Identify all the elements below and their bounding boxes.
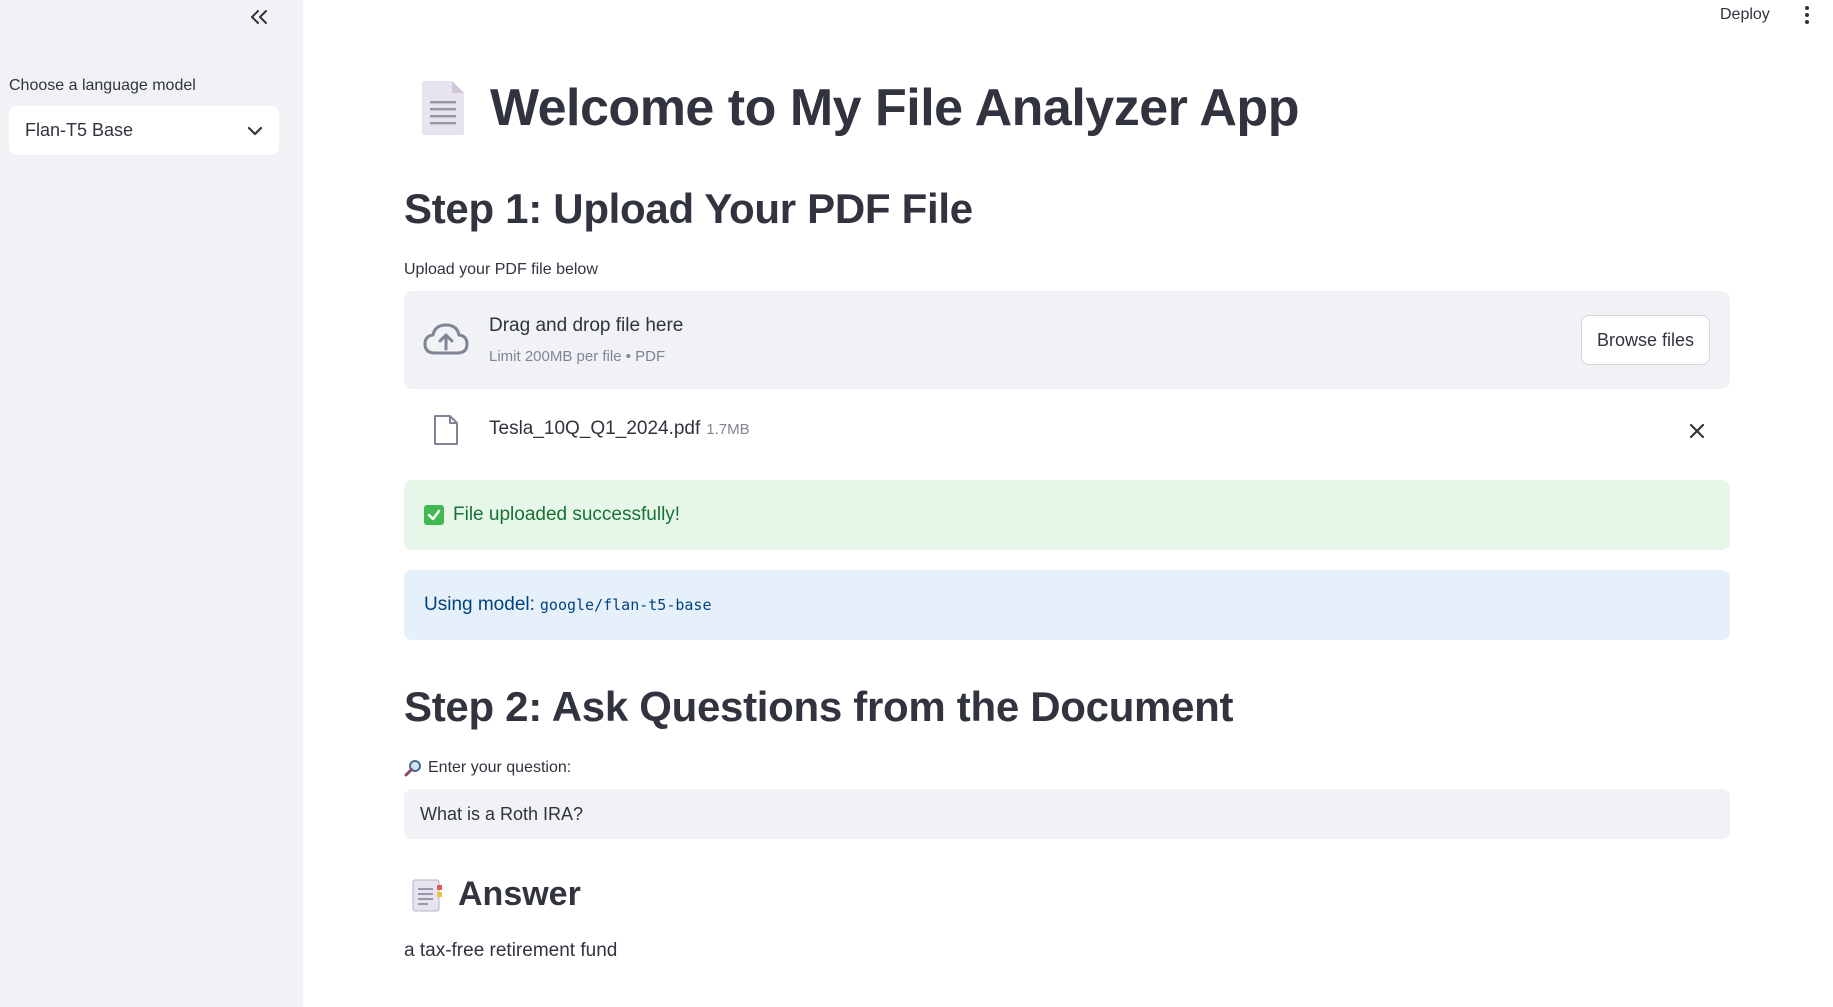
cloud-upload-icon [423,323,469,355]
info-alert: Using model: google/flan-t5-base [404,570,1730,640]
file-size: 1.7MB [706,421,750,438]
magnifying-glass-icon [404,760,421,777]
success-message: File uploaded successfully! [453,504,681,525]
question-label: Enter your question: [404,759,571,777]
model-select-value: Flan-T5 Base [25,120,134,140]
answer-header: Answer [410,875,581,914]
file-icon [434,415,458,445]
file-dropzone[interactable]: Drag and drop file here Limit 200MB per … [404,291,1730,389]
file-name-text: Tesla_10Q_Q1_2024.pdf [489,418,701,439]
page-title: Welcome to My File Analyzer App [490,79,1299,137]
question-label-text: Enter your question: [428,759,572,776]
dropzone-title: Drag and drop file here [489,315,684,336]
main-menu-button[interactable] [1796,2,1818,28]
model-code: google/flan-t5-base [539,596,712,614]
deploy-button[interactable]: Deploy [1716,4,1774,26]
success-alert: File uploaded successfully! [404,480,1730,550]
model-select-label: Choose a language model [9,77,196,94]
info-prefix: Using model: [424,594,535,615]
remove-file-button[interactable] [1682,416,1712,446]
sidebar: Choose a language model Flan-T5 Base [0,0,303,1007]
vertical-dots-icon [1805,6,1809,10]
answer-heading: Answer [458,875,581,913]
browse-files-button[interactable]: Browse files [1580,315,1710,365]
upload-label: Upload your PDF file below [404,261,598,278]
close-icon [1689,423,1705,439]
dropzone-limit: Limit 200MB per file • PDF [489,348,666,365]
collapse-sidebar-button[interactable] [241,2,277,32]
question-input[interactable] [404,789,1730,839]
uploaded-file-name: Tesla_10Q_Q1_2024.pdf 1.7MB [489,418,750,440]
step1-heading: Step 1: Upload Your PDF File [404,185,973,232]
app-root: Choose a language model Flan-T5 Base Dep… [0,0,1833,1007]
step2-heading: Step 2: Ask Questions from the Document [404,683,1234,730]
page-document-emoji-icon [422,81,464,135]
page-header: Welcome to My File Analyzer App [418,78,1299,138]
bookmark-tabs-icon [412,879,442,911]
uploaded-file-row: Tesla_10Q_Q1_2024.pdf 1.7MB [404,408,1730,450]
answer-text: a tax-free retirement fund [404,940,618,961]
check-mark-icon [424,505,444,525]
chevron-down-icon [247,126,263,135]
double-chevron-left-icon [251,10,267,24]
model-select[interactable]: Flan-T5 Base [9,106,279,155]
